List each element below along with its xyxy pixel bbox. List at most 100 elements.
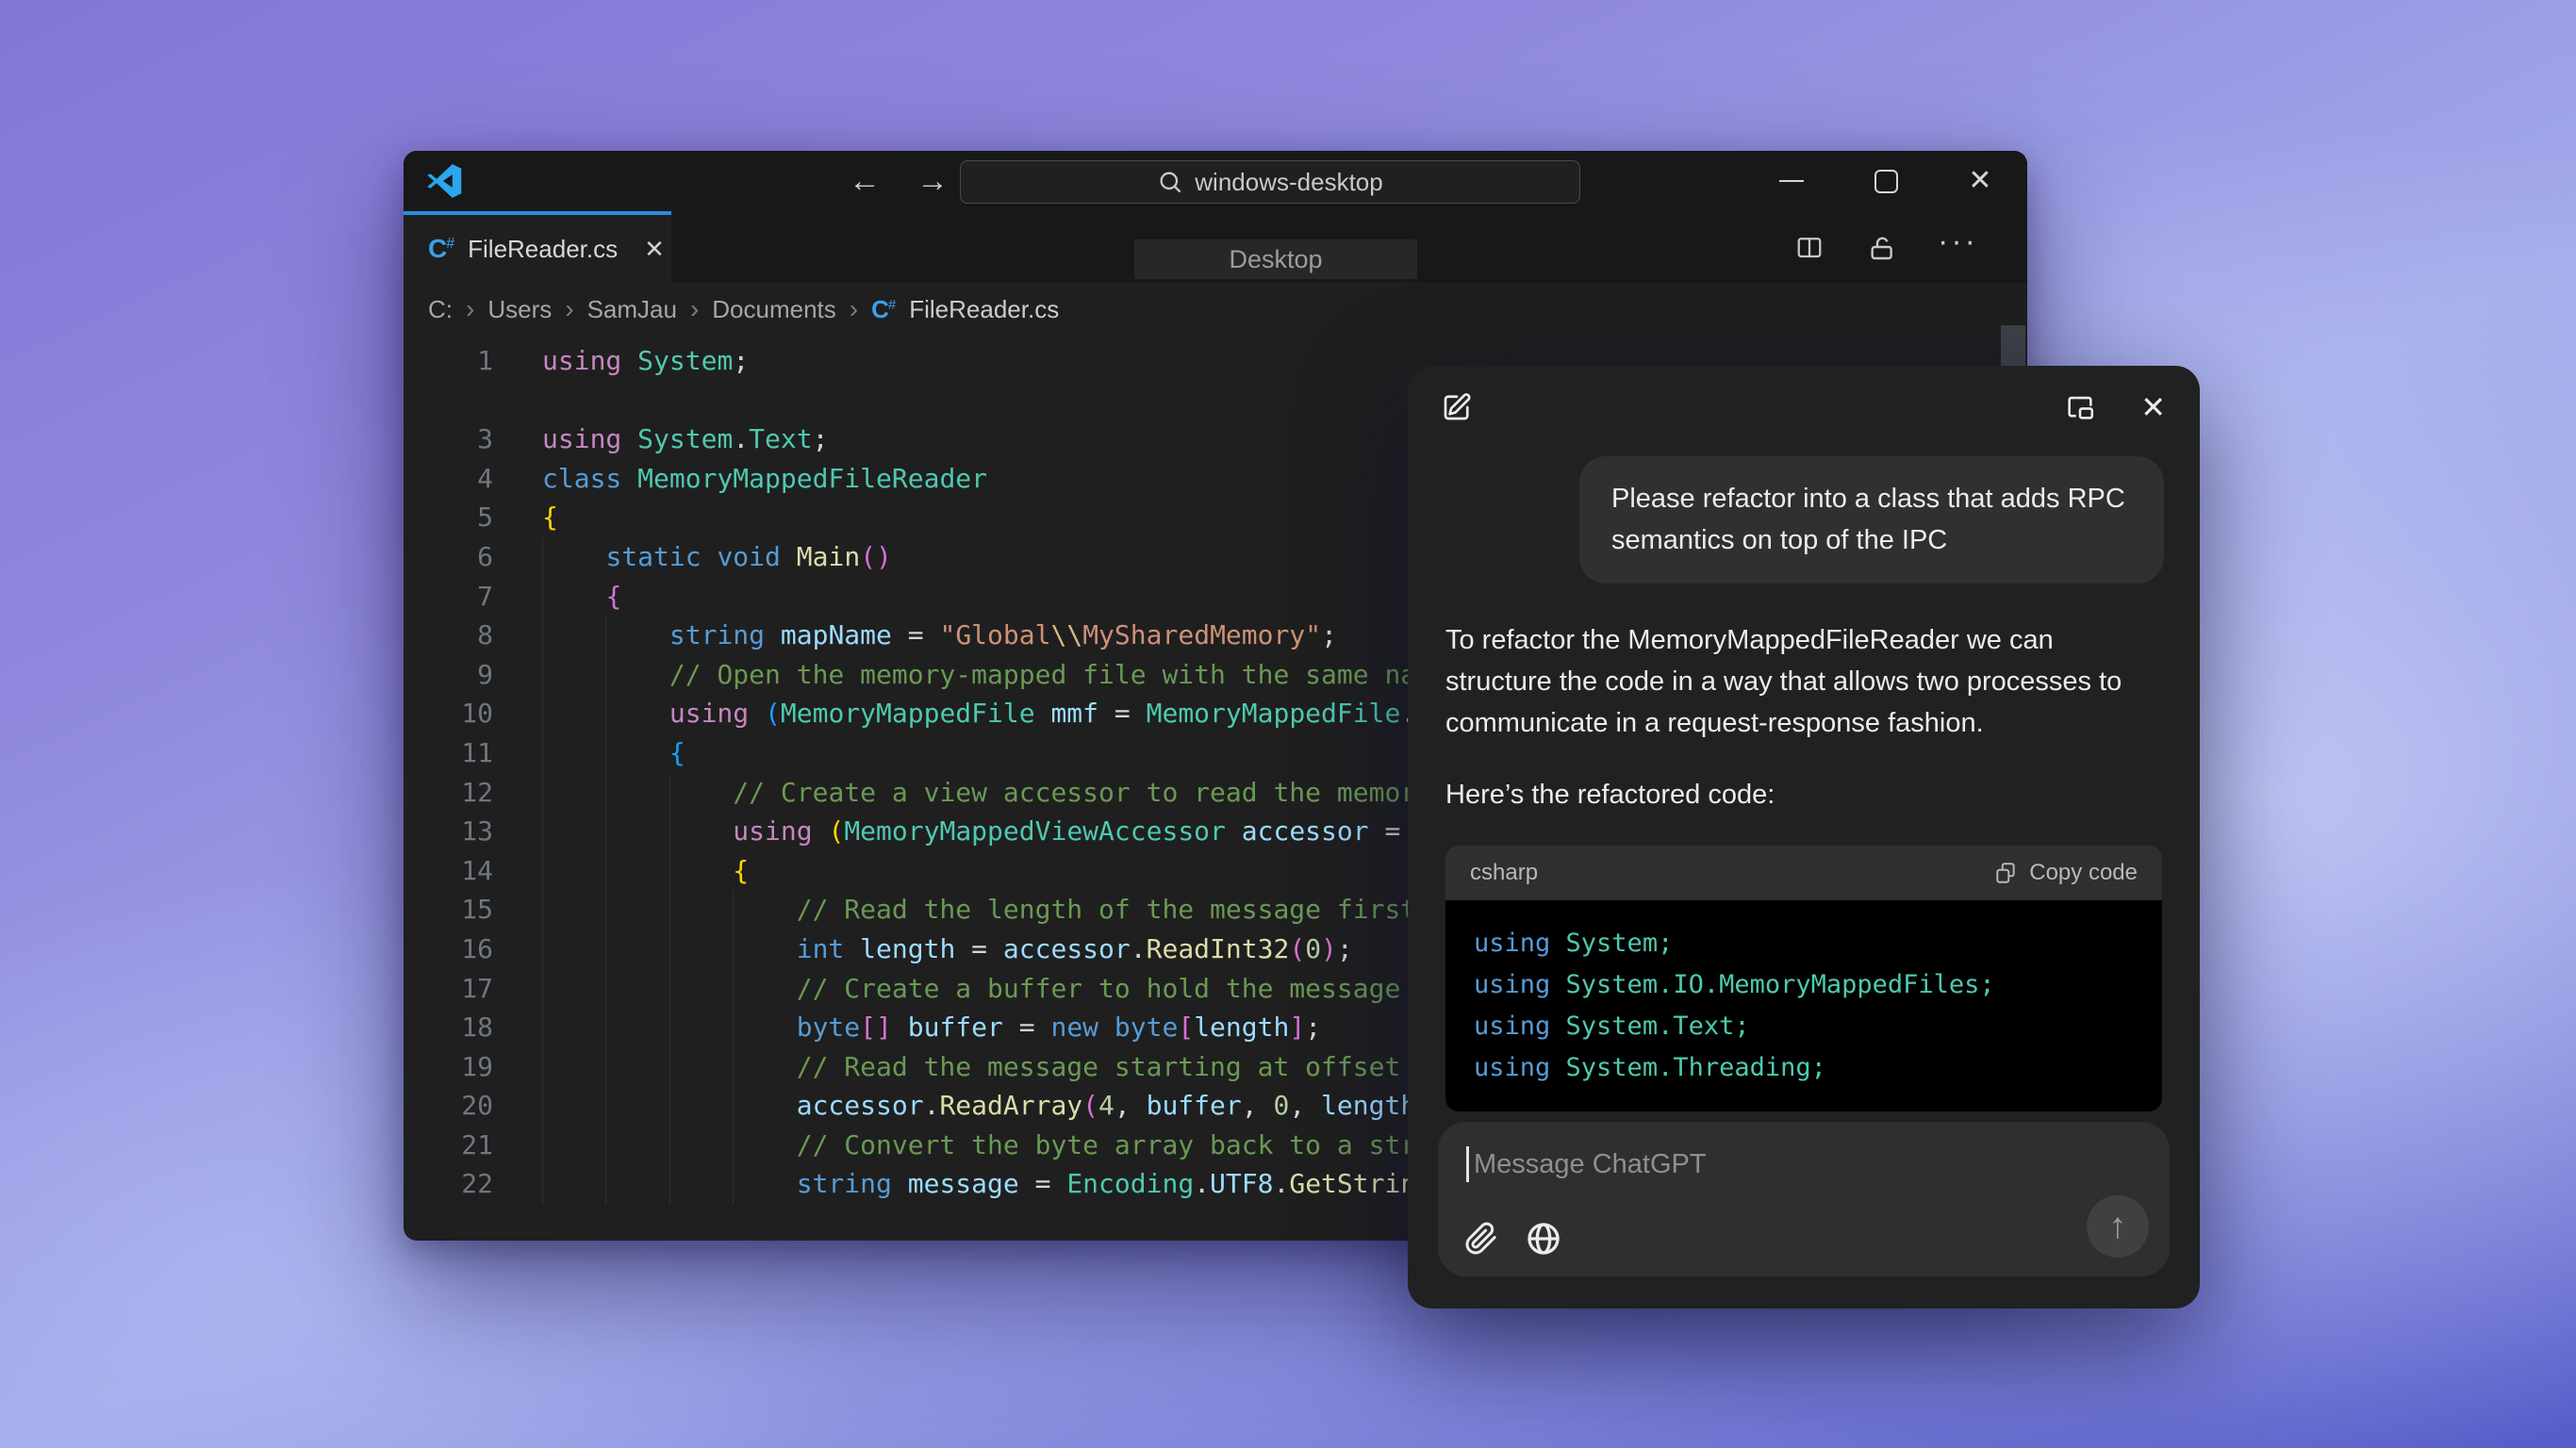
tab-filereader[interactable]: C# FileReader.cs ✕ <box>404 211 671 283</box>
indent-guide <box>605 812 606 851</box>
indent-guide <box>542 851 543 891</box>
maximize-icon <box>1874 170 1898 193</box>
indent-guide <box>542 890 543 930</box>
line-number: 12 <box>404 773 493 813</box>
line-number: 13 <box>404 812 493 851</box>
chat-code-line: using System.Threading; <box>1474 1047 2134 1089</box>
indent-guide <box>542 773 543 813</box>
csharp-file-icon: C# <box>428 236 454 262</box>
vscode-logo-icon <box>426 163 462 199</box>
indent-guide <box>733 930 734 969</box>
indent-guide <box>669 1164 670 1204</box>
line-number: 4 <box>404 459 493 499</box>
indent-guide <box>605 1164 606 1204</box>
line-number: 11 <box>404 733 493 773</box>
close-window-button[interactable]: ✕ <box>1933 151 2027 211</box>
chevron-right-icon: › <box>565 294 573 324</box>
send-button[interactable]: ↑ <box>2087 1195 2149 1258</box>
indent-guide <box>542 577 543 617</box>
indent-guide <box>542 1126 543 1165</box>
breadcrumb-item[interactable]: SamJau <box>587 295 677 324</box>
more-actions-icon[interactable]: ··· <box>1938 225 1978 257</box>
search-command-center[interactable]: windows-desktop <box>960 160 1580 204</box>
unlock-icon[interactable] <box>1866 232 1896 262</box>
desktop-label: Desktop <box>1134 239 1417 279</box>
indent-guide <box>669 812 670 851</box>
new-chat-icon[interactable] <box>1440 390 1474 424</box>
line-number: 8 <box>404 616 493 655</box>
indent-guide <box>542 616 543 655</box>
indent-guide <box>733 1086 734 1126</box>
globe-icon[interactable] <box>1525 1220 1562 1258</box>
line-number: 10 <box>404 694 493 733</box>
indent-guide <box>605 773 606 813</box>
line-number: 9 <box>404 655 493 695</box>
line-number: 6 <box>404 537 493 577</box>
code-block: csharp Copy code using System;using Syst… <box>1445 846 2162 1111</box>
indent-guide <box>542 537 543 577</box>
chevron-right-icon: › <box>466 294 474 324</box>
indent-guide <box>669 1047 670 1087</box>
indent-guide <box>542 930 543 969</box>
chat-code-line: using System.Text; <box>1474 1006 2134 1047</box>
chat-code: using System;using System.IO.MemoryMappe… <box>1445 900 2162 1111</box>
indent-guide <box>669 851 670 891</box>
picture-in-picture-icon[interactable] <box>2063 391 2097 423</box>
close-panel-icon[interactable]: ✕ <box>2140 392 2166 422</box>
minimize-icon <box>1779 180 1804 182</box>
copy-code-button[interactable]: Copy code <box>1993 860 2138 886</box>
chevron-right-icon: › <box>690 294 699 324</box>
indent-guide <box>733 890 734 930</box>
indent-guide <box>669 1126 670 1165</box>
tab-bar: C# FileReader.cs ✕ Desktop ··· <box>404 211 2027 283</box>
code-block-header: csharp Copy code <box>1445 846 2162 900</box>
line-number: 14 <box>404 851 493 891</box>
chat-code-line: using System.IO.MemoryMappedFiles; <box>1474 964 2134 1006</box>
indent-guide <box>542 1164 543 1204</box>
input-placeholder: Message ChatGPT <box>1474 1149 1707 1180</box>
back-icon[interactable]: ← <box>849 163 881 200</box>
assistant-response-text: Here’s the refactored code: <box>1445 774 2162 815</box>
minimize-button[interactable] <box>1744 151 1839 211</box>
indent-guide <box>605 969 606 1009</box>
line-number: 21 <box>404 1126 493 1165</box>
message-input[interactable]: Message ChatGPT ↑ <box>1438 1122 2170 1276</box>
indent-guide <box>605 733 606 773</box>
line-number: 16 <box>404 930 493 969</box>
indent-guide <box>542 733 543 773</box>
indent-guide <box>669 1086 670 1126</box>
breadcrumb-item[interactable]: Users <box>487 295 552 324</box>
line-number: 17 <box>404 969 493 1009</box>
indent-guide <box>542 812 543 851</box>
chatgpt-panel: ✕ Please refactor into a class that adds… <box>1408 366 2200 1308</box>
text-cursor <box>1466 1146 1469 1182</box>
split-editor-icon[interactable] <box>1794 233 1825 261</box>
indent-guide <box>542 1008 543 1047</box>
line-number: 15 <box>404 890 493 930</box>
copy-icon <box>1993 861 2018 885</box>
breadcrumb-item[interactable]: Documents <box>712 295 836 324</box>
maximize-button[interactable] <box>1839 151 1933 211</box>
indent-guide <box>542 1086 543 1126</box>
indent-guide <box>542 1047 543 1087</box>
indent-guide <box>605 1126 606 1165</box>
indent-guide <box>669 773 670 813</box>
indent-guide <box>669 930 670 969</box>
tab-close-icon[interactable]: ✕ <box>644 235 665 264</box>
indent-guide <box>605 1047 606 1087</box>
breadcrumb-item[interactable]: C: <box>428 295 453 324</box>
attach-file-icon[interactable] <box>1464 1222 1498 1256</box>
tab-label: FileReader.cs <box>468 235 618 264</box>
search-value: windows-desktop <box>1195 168 1382 197</box>
indent-guide <box>733 1164 734 1204</box>
indent-guide <box>605 616 606 655</box>
breadcrumb-file[interactable]: FileReader.cs <box>909 295 1059 324</box>
indent-guide <box>542 655 543 695</box>
indent-guide <box>605 1086 606 1126</box>
copy-code-label: Copy code <box>2029 860 2138 886</box>
forward-icon[interactable]: → <box>916 163 949 200</box>
indent-guide <box>605 930 606 969</box>
assistant-response-text: To refactor the MemoryMappedFileReader w… <box>1445 619 2162 744</box>
line-number: 7 <box>404 577 493 617</box>
indent-guide <box>669 1008 670 1047</box>
